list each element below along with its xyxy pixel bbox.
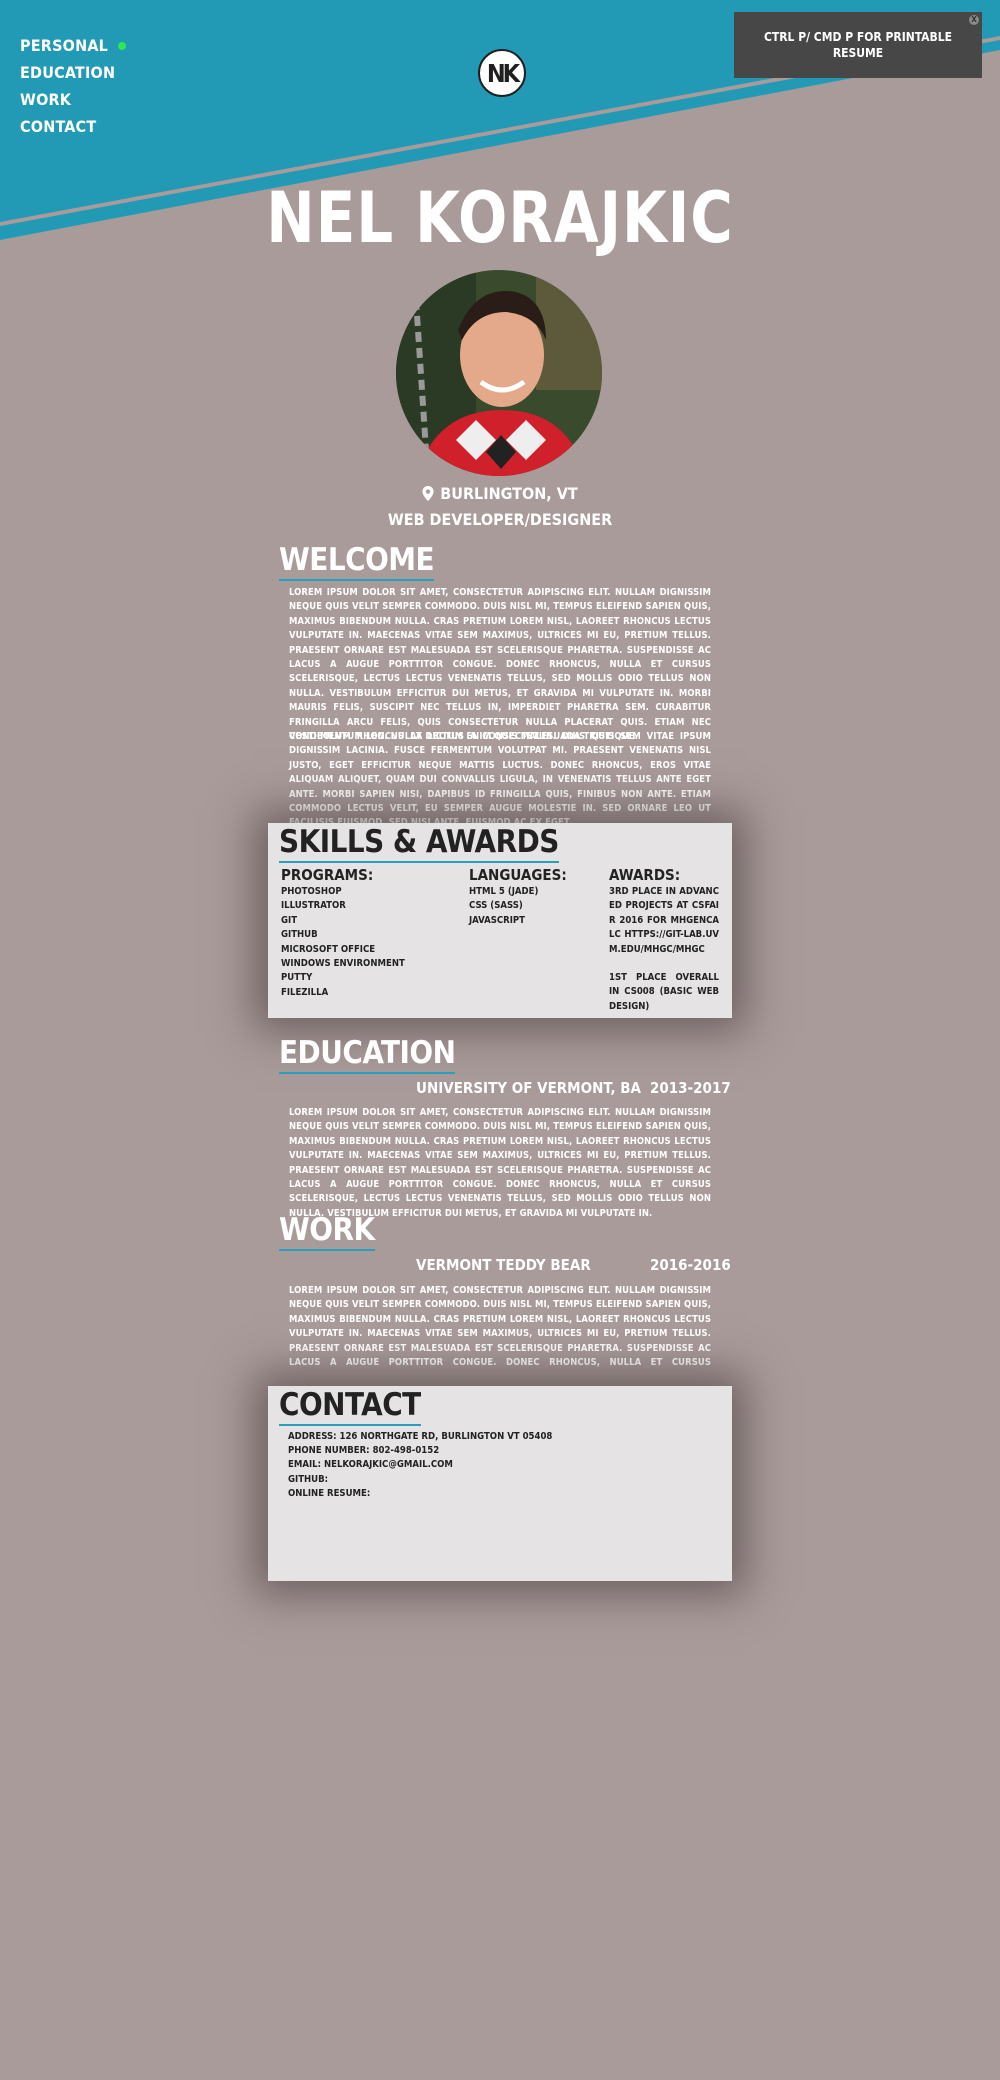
list-item: CSS (SASS) xyxy=(469,900,523,912)
main-nav: PERSONAL EDUCATION WORK CONTACT xyxy=(20,32,127,140)
nav-item-education[interactable]: EDUCATION xyxy=(20,59,126,86)
location-text: BURLINGTON, VT xyxy=(440,484,578,503)
list-item: GIT xyxy=(281,914,298,926)
school-name: UNIVERSITY OF VERMONT, BA xyxy=(416,1079,641,1097)
contact-github[interactable]: GITHUB: xyxy=(288,1473,552,1487)
map-pin-icon xyxy=(422,486,434,501)
contact-email[interactable]: EMAIL: NELKORAJKIC@GMAIL.COM xyxy=(288,1458,552,1472)
welcome-heading: WELCOME xyxy=(279,542,435,581)
print-notice: x CTRL P/ CMD P FOR PRINTABLE RESUME xyxy=(734,12,982,78)
programs-list: PHOTOSHOP ILLUSTRATOR GIT GITHUB MICROSO… xyxy=(281,885,405,1000)
list-item: JAVASCRIPT xyxy=(469,914,526,926)
list-item: PUTTY xyxy=(281,972,313,984)
contact-online-resume[interactable]: ONLINE RESUME: xyxy=(288,1487,552,1501)
awards-list: 3RD PLACE IN ADVANCED PROJECTS AT CSFAIR… xyxy=(609,885,719,1014)
employer-name: VERMONT TEDDY BEAR xyxy=(416,1256,591,1274)
close-icon[interactable]: x xyxy=(969,15,979,25)
list-item: MICROSOFT OFFICE xyxy=(281,943,376,955)
contact-heading: CONTACT xyxy=(279,1387,421,1426)
location: BURLINGTON, VT xyxy=(0,484,1000,503)
work-heading: WORK xyxy=(279,1212,375,1251)
nav-item-personal[interactable]: PERSONAL xyxy=(20,32,127,59)
programs-heading: PROGRAMS: xyxy=(281,866,374,884)
nav-item-work[interactable]: WORK xyxy=(20,86,126,113)
nav-label: CONTACT xyxy=(20,117,97,136)
work-description: Lorem ipsum dolor sit amet, consectetur … xyxy=(289,1285,711,1369)
welcome-paragraph-2: Vestibulum rhoncus at lectus a consectet… xyxy=(289,731,711,828)
nk-logo[interactable]: NK xyxy=(478,49,526,97)
list-item: 1ST PLACE OVERALL IN CS008 (BASIC WEB DE… xyxy=(609,972,719,1012)
nav-label: EDUCATION xyxy=(20,63,116,82)
education-years: 2013-2017 xyxy=(650,1079,731,1097)
languages-heading: LANGUAGES: xyxy=(469,866,567,884)
welcome-paragraph-1: Lorem ipsum dolor sit amet, consectetur … xyxy=(289,587,711,743)
print-notice-text: CTRL P/ CMD P FOR PRINTABLE RESUME xyxy=(763,30,953,60)
list-item: PHOTOSHOP xyxy=(281,886,342,897)
nav-label: WORK xyxy=(20,90,72,109)
education-heading: EDUCATION xyxy=(279,1035,456,1074)
education-description: Lorem ipsum dolor sit amet, consectetur … xyxy=(289,1107,711,1219)
contact-details: ADDRESS: 126 NORTHGATE RD, BURLINGTON VT… xyxy=(288,1430,552,1501)
nav-label: PERSONAL xyxy=(20,36,109,55)
contact-address: ADDRESS: 126 NORTHGATE RD, BURLINGTON VT… xyxy=(288,1431,553,1442)
contact-phone[interactable]: PHONE NUMBER: 802-498-0152 xyxy=(288,1444,552,1458)
active-indicator-icon xyxy=(118,41,127,50)
list-item: HTML 5 (JADE) xyxy=(469,886,539,897)
list-item: FILEZILLA xyxy=(281,986,329,998)
list-item: 3RD PLACE IN ADVANCED PROJECTS AT CSFAIR… xyxy=(609,886,719,955)
list-item: WINDOWS ENVIRONMENT xyxy=(281,958,405,970)
work-years: 2016-2016 xyxy=(650,1256,731,1274)
job-title: WEB DEVELOPER/DESIGNER xyxy=(387,510,613,529)
nav-item-contact[interactable]: CONTACT xyxy=(20,113,126,140)
profile-name: NEL KORAJKIC xyxy=(266,177,734,259)
awards-heading: AWARDS: xyxy=(609,866,681,884)
list-item: ILLUSTRATOR xyxy=(281,900,346,912)
logo-text: NK xyxy=(486,58,520,88)
languages-list: HTML 5 (JADE) CSS (SASS) JAVASCRIPT xyxy=(469,885,538,928)
list-item: GITHUB xyxy=(281,929,318,941)
profile-photo xyxy=(396,270,602,476)
skills-heading: SKILLS & AWARDS xyxy=(279,824,559,863)
